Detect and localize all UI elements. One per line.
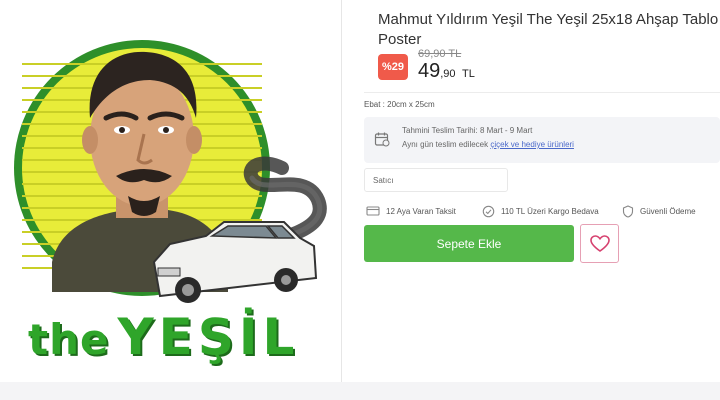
feature-free-shipping-label: 110 TL Üzeri Kargo Bedava — [501, 206, 599, 216]
price-decimal: ,90 — [440, 68, 456, 80]
product-image[interactable]: the YEŞİL — [0, 0, 340, 380]
divider — [364, 92, 720, 93]
bottom-strip — [0, 382, 720, 400]
old-price: 69,90 TL — [418, 48, 462, 60]
feature-secure-payment-label: Güvenli Ödeme — [640, 206, 696, 216]
delivery-estimate: Tahmini Teslim Tarihi: 8 Mart - 9 Mart — [402, 126, 533, 135]
credit-card-icon — [366, 206, 380, 216]
gift-products-link[interactable]: çiçek ve hediye ürünleri — [490, 140, 574, 149]
size-label: Ebat : 20cm x 25cm — [364, 100, 435, 109]
feature-installments-label: 12 Aya Varan Taksit — [386, 206, 456, 216]
calendar-delivery-icon — [374, 131, 390, 152]
feature-installments: 12 Aya Varan Taksit — [366, 203, 456, 219]
favorite-button[interactable] — [580, 224, 619, 263]
brand-name: YEŞİL — [117, 308, 300, 366]
poster-brand-text: the YEŞİL — [28, 308, 328, 378]
pane-divider — [341, 0, 342, 382]
heart-icon — [589, 234, 610, 252]
brand-prefix: the — [28, 315, 110, 364]
same-day-text: Aynı gün teslim edilecek — [402, 140, 489, 149]
feature-free-shipping: 110 TL Üzeri Kargo Bedava — [482, 203, 599, 219]
price-integer: 49 — [418, 60, 441, 82]
add-to-cart-button[interactable]: Sepete Ekle — [364, 225, 574, 262]
product-title: Mahmut Yıldırım Yeşil The Yeşil 25x18 Ah… — [378, 11, 719, 48]
product-info-panel: Mahmut Yıldırım Yeşil The Yeşil 25x18 Ah… — [364, 0, 720, 380]
check-circle-icon — [482, 205, 495, 217]
same-day-delivery: Aynı gün teslim edilecek çiçek ve hediye… — [402, 140, 574, 149]
delivery-info-box: Tahmini Teslim Tarihi: 8 Mart - 9 Mart A… — [364, 117, 720, 163]
price-currency: TL — [462, 68, 475, 80]
seller-field[interactable]: Satıcı — [364, 168, 508, 192]
shield-icon — [622, 204, 634, 218]
discount-badge: %29 — [378, 54, 408, 80]
feature-secure-payment: Güvenli Ödeme — [622, 203, 696, 219]
features-row: 12 Aya Varan Taksit 110 TL Üzeri Kargo B… — [364, 203, 720, 219]
current-price: 49,90 TL — [418, 60, 475, 83]
